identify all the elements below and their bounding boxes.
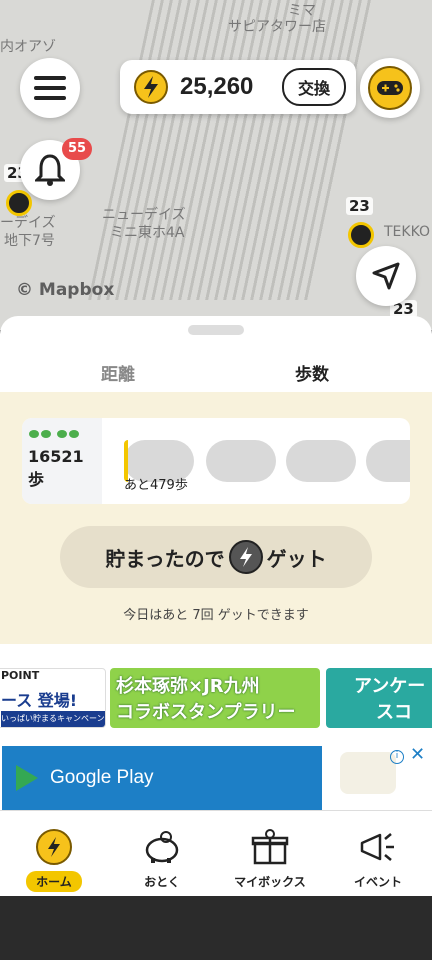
gift-box-icon — [250, 827, 290, 867]
pin-count: 23 — [346, 197, 373, 215]
remaining-steps: あと479歩 — [124, 478, 188, 493]
hamburger-icon — [34, 76, 66, 100]
map-label: ーデイズ — [0, 215, 56, 231]
app-logo-image — [340, 752, 396, 794]
nav-label: イベント — [353, 875, 402, 889]
ad-banner[interactable]: Google Play i ✕ — [0, 744, 432, 810]
footprints-icon — [28, 424, 96, 443]
ad-close-icon[interactable]: ✕ — [410, 744, 425, 765]
map-label: 地下7号 — [4, 233, 55, 249]
notification-badge: 55 — [62, 138, 92, 160]
steps-progress-card: 16521 歩 あと479歩 — [22, 418, 410, 504]
map-attribution[interactable]: © Mapbox — [16, 280, 114, 300]
coin-spot-pin[interactable] — [6, 190, 32, 216]
sheet-handle[interactable] — [188, 325, 244, 335]
google-play-ad[interactable]: Google Play — [2, 746, 322, 810]
progress-slot — [206, 440, 276, 482]
remaining-gets-text: 今日はあと 7回 ゲットできます — [123, 608, 309, 623]
ad-info-icon[interactable]: i — [390, 750, 404, 764]
bottom-navigation: ホーム おとく マイボックス イベント — [0, 810, 432, 896]
nav-mybox[interactable]: マイボックス — [216, 811, 324, 897]
step-count-box: 16521 歩 — [22, 418, 102, 504]
nav-events[interactable]: イベント — [324, 811, 432, 897]
menu-button[interactable] — [20, 58, 80, 118]
campaign-banner[interactable]: アンケー スコ — [326, 668, 432, 728]
campaign-banners: POINT ース 登場! いっぱい貯まるキャンペーン 杉本琢弥×JR九州 コラボ… — [0, 668, 432, 728]
nav-label: ホーム — [26, 871, 82, 892]
gamepad-icon — [368, 66, 412, 110]
campaign-banner[interactable]: POINT ース 登場! いっぱい貯まるキャンペーン — [0, 668, 106, 728]
map-label: ミマ — [288, 3, 316, 19]
coin-spot-pin[interactable] — [348, 222, 374, 248]
coin-value: 25,260 — [180, 73, 254, 100]
steps-section: 16521 歩 あと479歩 貯まったので ゲット 今日はあと 7回 ゲットできま… — [0, 392, 432, 644]
bolt-coin-icon — [228, 540, 263, 574]
progress-slot — [286, 440, 356, 482]
map-label: ニューデイズ — [102, 207, 186, 223]
nav-home[interactable]: ホーム — [0, 811, 108, 897]
coin-balance: 25,260 交換 — [120, 60, 356, 114]
nav-label: おとく — [144, 875, 180, 889]
map-rail-tracks — [88, 0, 372, 300]
ad-label: Google Play — [50, 767, 154, 788]
campaign-banner[interactable]: 杉本琢弥×JR九州 コラボスタンプラリー — [110, 668, 320, 728]
get-button-prefix: 貯まったので — [105, 546, 225, 571]
map-label: ミニ東ホ4A — [110, 225, 185, 241]
tab-distance[interactable]: 距離 — [20, 360, 216, 396]
get-button-suffix: ゲット — [266, 546, 327, 571]
step-count: 16521 歩 — [28, 447, 84, 489]
bell-icon — [35, 154, 65, 186]
map-label: 内オアゾ — [0, 39, 56, 55]
locate-me-button[interactable] — [356, 246, 416, 306]
bolt-coin-icon — [34, 827, 74, 867]
navigation-arrow-icon — [372, 262, 400, 290]
google-play-icon — [16, 765, 38, 791]
system-navigation-bar — [0, 896, 432, 960]
game-button[interactable] — [360, 58, 420, 118]
tab-steps[interactable]: 歩数 — [214, 360, 410, 396]
piggy-bank-icon — [142, 827, 182, 867]
map-label: TEKKO — [384, 224, 431, 240]
nav-label: マイボックス — [234, 875, 306, 889]
exchange-button[interactable]: 交換 — [281, 68, 346, 106]
bolt-coin-icon — [134, 70, 168, 104]
nav-deals[interactable]: おとく — [108, 811, 216, 897]
get-coins-button[interactable]: 貯まったので ゲット — [60, 526, 372, 588]
progress-slot — [366, 440, 410, 482]
megaphone-icon — [358, 827, 398, 867]
